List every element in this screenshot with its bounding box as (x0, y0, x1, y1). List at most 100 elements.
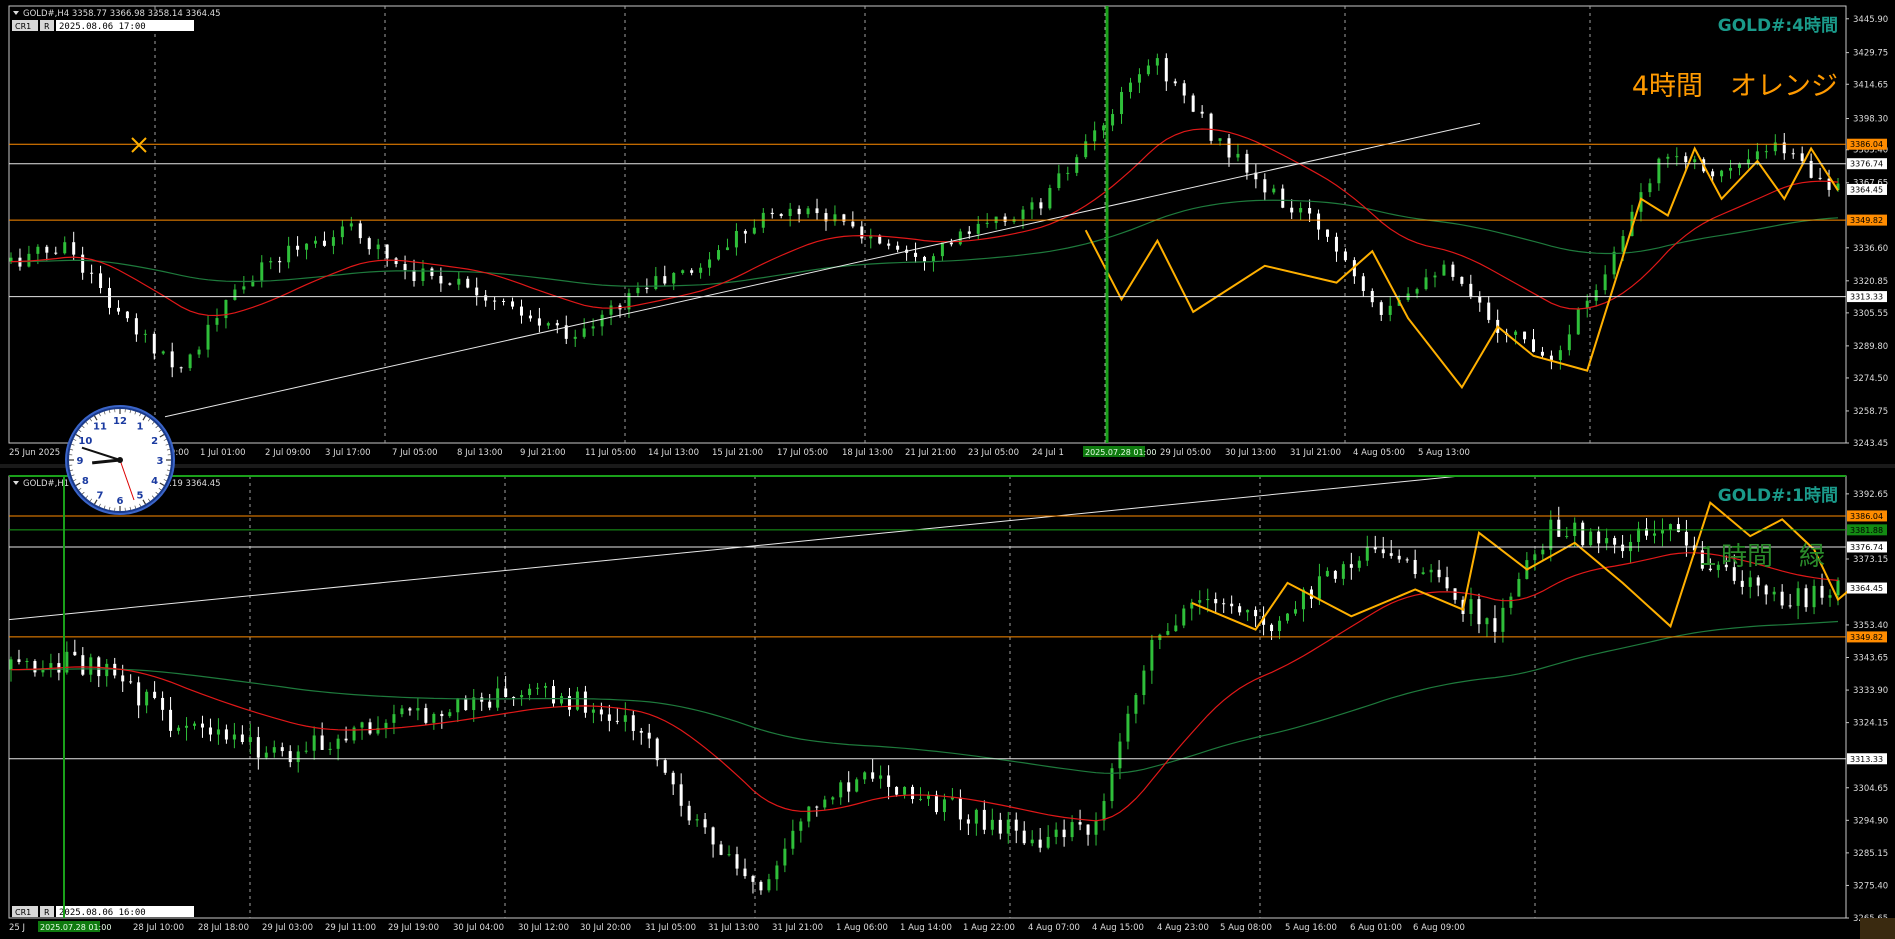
candle-body (179, 367, 183, 369)
candle-body (1424, 277, 1428, 290)
candle-body (185, 725, 189, 728)
candle-body (879, 775, 883, 779)
candle-body (1573, 522, 1577, 536)
candle-body (636, 287, 640, 294)
candle-body (555, 323, 559, 326)
candle-body (1637, 528, 1641, 542)
x-tick-label: 30 Jul 20:00 (580, 923, 631, 933)
candle-body (1014, 819, 1018, 831)
drawing-object-icon[interactable] (131, 137, 147, 153)
candle-body (161, 697, 165, 710)
candle-body (807, 806, 811, 822)
candle-body (1341, 564, 1345, 579)
candle-body (1317, 213, 1321, 230)
candle-body (998, 819, 1002, 834)
candle-body (1349, 564, 1353, 568)
candle-body (512, 697, 516, 699)
candle-body (1549, 519, 1553, 550)
y-tick-label: 3289.80 (1853, 342, 1888, 352)
candle-body (958, 797, 962, 820)
candle-body (573, 336, 577, 339)
candle-body (1270, 624, 1274, 632)
candle-body (799, 821, 803, 831)
candle-body (903, 786, 907, 795)
candle-body (1102, 125, 1106, 131)
price-tag-label: 3386.04 (1850, 512, 1883, 521)
candle-body (430, 268, 434, 276)
x-tick-label: 8 Jul 13:00 (457, 448, 503, 458)
candle-body (770, 212, 774, 215)
candle-body (493, 300, 497, 302)
candle-body (1357, 560, 1361, 568)
candle-body (349, 223, 353, 227)
candle-body (783, 848, 787, 866)
candle-body (1057, 173, 1061, 189)
candle-body (1514, 331, 1518, 335)
x-tick-label: 25 Jun 2025 (9, 448, 60, 458)
candle-body (448, 712, 452, 717)
y-tick-label: 3398.30 (1853, 115, 1888, 125)
candle-body (89, 657, 93, 675)
candle-body (1711, 171, 1715, 177)
y-tick-label: 3304.65 (1853, 784, 1888, 794)
candle-body (645, 287, 649, 290)
r-button-label: R (44, 908, 50, 917)
candle-body (639, 730, 643, 733)
candle-body (855, 779, 859, 792)
panel-separator (0, 464, 1895, 468)
plot-frame (8, 5, 1847, 444)
candle-body (767, 879, 771, 891)
candle-body (1720, 170, 1724, 177)
candle-body (544, 686, 548, 688)
candle-body (1102, 801, 1106, 821)
candle-body (559, 696, 563, 704)
clock-center (117, 457, 123, 463)
candle-body (137, 682, 141, 706)
candle-body (1389, 553, 1393, 556)
candle-body (1818, 177, 1822, 179)
candle-body (671, 772, 675, 785)
candle-body (432, 714, 436, 723)
candle-body (1828, 595, 1832, 598)
candle-body (99, 273, 103, 289)
price-tag-label: 3364.45 (1850, 584, 1883, 593)
candle-body (105, 663, 109, 677)
candle-body (699, 267, 703, 273)
candle-body (823, 799, 827, 808)
x-tick-label: 15 Jul 21:00 (712, 448, 763, 458)
candle-body (1433, 275, 1437, 278)
cr1-button-label: CR1 (15, 22, 31, 31)
clock-numeral: 5 (137, 491, 144, 502)
candle-body (484, 295, 488, 301)
candle-body (1299, 208, 1303, 213)
candle-body (647, 732, 651, 739)
candle-body (9, 659, 13, 670)
x-tick-label: 24 Jul 1 (1032, 448, 1064, 458)
candle-body (528, 688, 532, 696)
candle-body (681, 270, 685, 274)
candle-body (582, 328, 586, 337)
candle-body (1442, 264, 1446, 276)
candle-body (735, 854, 739, 869)
candle-body (200, 723, 204, 728)
candle-body (412, 270, 416, 281)
candle-body (1657, 158, 1661, 184)
candle-body (895, 786, 899, 795)
collapse-arrow-icon[interactable] (13, 481, 19, 485)
candle-body (911, 786, 915, 800)
candle-body (1361, 276, 1365, 291)
candle-body (1532, 339, 1535, 352)
candle-body (49, 663, 53, 669)
candle-body (974, 809, 978, 824)
y-tick-label: 3294.90 (1853, 816, 1888, 826)
candle-body (1437, 569, 1441, 578)
x-tick-label: 9 Jul 21:00 (520, 448, 566, 458)
candle-body (839, 782, 843, 798)
candle-body (1246, 609, 1250, 613)
candle-body (1146, 65, 1150, 75)
candle-body (344, 738, 348, 741)
collapse-arrow-icon[interactable] (13, 11, 19, 15)
x-tick-label: 31 Jul 21:00 (772, 923, 823, 933)
y-tick-label: 3373.15 (1853, 555, 1888, 565)
candle-body (206, 324, 210, 350)
